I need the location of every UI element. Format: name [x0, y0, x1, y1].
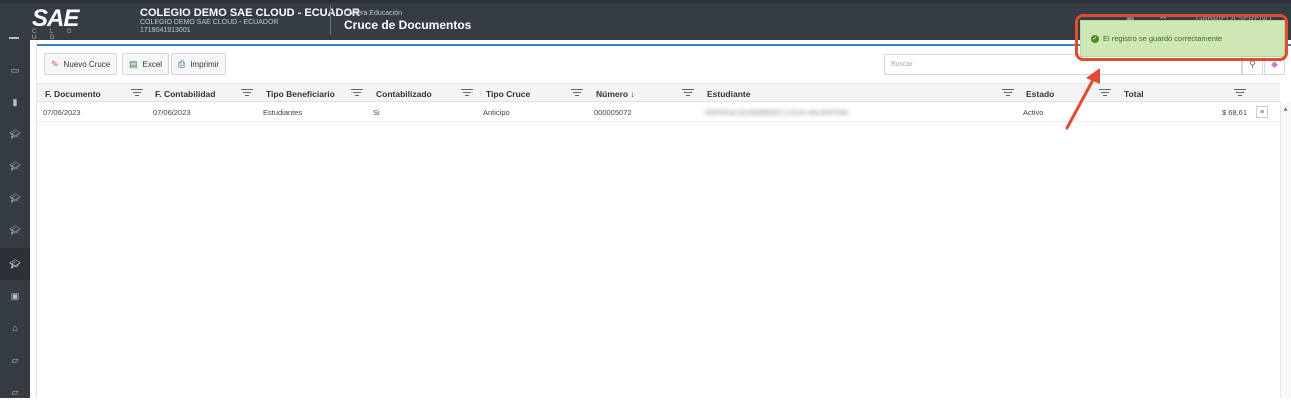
- cell-estado: Activo: [1023, 108, 1044, 117]
- vertical-scrollbar[interactable]: [1280, 102, 1291, 398]
- graduation-cap-icon: 🎓︎: [9, 258, 21, 269]
- graduation-cap-icon: 🎓︎: [9, 128, 21, 139]
- sidebar-item-education-2[interactable]: 🎓︎: [0, 150, 30, 182]
- sidebar: ▭ ▮ 🎓︎ 🎓︎ 🎓︎ 🎓︎ 🎓︎ ▣ ⌂ ▱ ▱: [0, 37, 30, 398]
- company-name: COLEGIO DEMO SAE CLOUD - ECUADOR: [140, 7, 361, 19]
- excel-button[interactable]: ▤ Excel: [122, 53, 170, 75]
- column-total[interactable]: Total: [1124, 84, 1144, 103]
- column-estudiante[interactable]: Estudiante: [707, 84, 750, 103]
- sidebar-item-folder-2[interactable]: ▱: [0, 376, 30, 408]
- excel-label: Excel: [142, 59, 163, 69]
- graduation-cap-icon: 🎓︎: [9, 192, 21, 203]
- filter-icon[interactable]: [131, 88, 143, 98]
- row-menu-icon[interactable]: ≡: [1256, 106, 1268, 118]
- cell-tipo-cruce: Anticipo: [483, 108, 510, 117]
- sidebar-item-education-4[interactable]: 🎓︎: [0, 214, 30, 246]
- company-info: COLEGIO DEMO SAE CLOUD - ECUADOR COLEGIO…: [140, 7, 360, 35]
- cell-tipo-beneficiario: Estudiantes: [263, 108, 303, 117]
- printer-icon: ⎙: [178, 58, 186, 69]
- page-title: Cruce de Documentos: [344, 18, 472, 32]
- column-f-documento[interactable]: F. Documento: [45, 84, 101, 103]
- sidebar-item-folder[interactable]: ▱: [0, 344, 30, 376]
- app-logo[interactable]: SAE C L O U D: [30, 5, 86, 41]
- card-icon: ▭: [10, 64, 20, 75]
- sidebar-item-education-3[interactable]: 🎓︎: [0, 182, 30, 214]
- sidebar-item-education-1[interactable]: 🎓︎: [0, 118, 30, 150]
- new-cross-label: Nuevo Cruce: [63, 59, 111, 69]
- module-info: Cartera Educación Cruce de Documentos: [344, 10, 471, 32]
- header-accent-strip: [0, 0, 1291, 3]
- column-estado[interactable]: Estado: [1026, 84, 1054, 103]
- new-cross-button[interactable]: ✎ Nuevo Cruce: [44, 53, 118, 75]
- scroll-up-icon[interactable]: ▲: [1282, 106, 1289, 113]
- company-subtitle: COLEGIO DEMO SAE CLOUD - ECUADOR: [140, 19, 279, 26]
- logo-subtext: C L O U D: [32, 29, 78, 41]
- sidebar-item-documents[interactable]: ▮: [0, 86, 30, 118]
- print-button[interactable]: ⎙ Imprimir: [171, 53, 227, 75]
- cell-f-contabilidad: 07/06/2023: [153, 108, 191, 117]
- header-divider: [330, 5, 331, 35]
- folder-icon: ▱: [11, 386, 19, 397]
- cell-contabilizado: Si: [373, 108, 380, 117]
- filter-icon[interactable]: [1234, 88, 1246, 98]
- filter-icon[interactable]: [461, 88, 473, 98]
- pencil-icon: ✎: [51, 58, 59, 69]
- column-tipo-beneficiario[interactable]: Tipo Beneficiario: [266, 84, 335, 103]
- graduation-cap-icon: 🎓︎: [9, 224, 21, 235]
- column-contabilizado[interactable]: Contabilizado: [376, 84, 432, 103]
- column-f-contabilidad[interactable]: F. Contabilidad: [155, 84, 215, 103]
- annotation-arrow-icon: [1065, 68, 1100, 130]
- sidebar-item-bank[interactable]: ⌂: [0, 312, 30, 344]
- graduation-cap-icon: 🎓︎: [9, 160, 21, 171]
- company-id: 1719041913001: [140, 27, 191, 34]
- cell-total: $ 68,61: [1221, 108, 1247, 117]
- filter-icon[interactable]: [682, 88, 694, 98]
- bank-icon: ⌂: [12, 323, 18, 333]
- filter-icon[interactable]: [571, 88, 583, 98]
- filter-icon[interactable]: [1002, 88, 1014, 98]
- print-label: Imprimir: [190, 59, 220, 69]
- menu-dash-icon: [9, 37, 19, 39]
- cell-estudiante: ORTEGA GUERRERO LUCIA VALENTINA: [705, 108, 849, 117]
- money-icon: ▣: [10, 290, 20, 301]
- sidebar-item-money[interactable]: ▣: [0, 280, 30, 312]
- folder-icon: ▱: [11, 354, 19, 365]
- filter-icon[interactable]: [241, 88, 253, 98]
- annotation-highlight-box: [1075, 14, 1288, 61]
- module-section: Cartera Educación: [344, 10, 402, 17]
- cell-f-documento: 07/06/2023: [43, 108, 81, 117]
- sidebar-item-cartera[interactable]: 🎓︎: [0, 248, 30, 280]
- excel-icon: ▤: [129, 58, 138, 69]
- sidebar-item-reports[interactable]: ▭: [0, 54, 30, 86]
- filter-icon[interactable]: [351, 88, 363, 98]
- column-tipo-cruce[interactable]: Tipo Cruce: [486, 84, 530, 103]
- column-numero[interactable]: Número ↓: [596, 84, 635, 103]
- cell-numero: 000005072: [594, 108, 632, 117]
- book-icon: ▮: [12, 96, 18, 107]
